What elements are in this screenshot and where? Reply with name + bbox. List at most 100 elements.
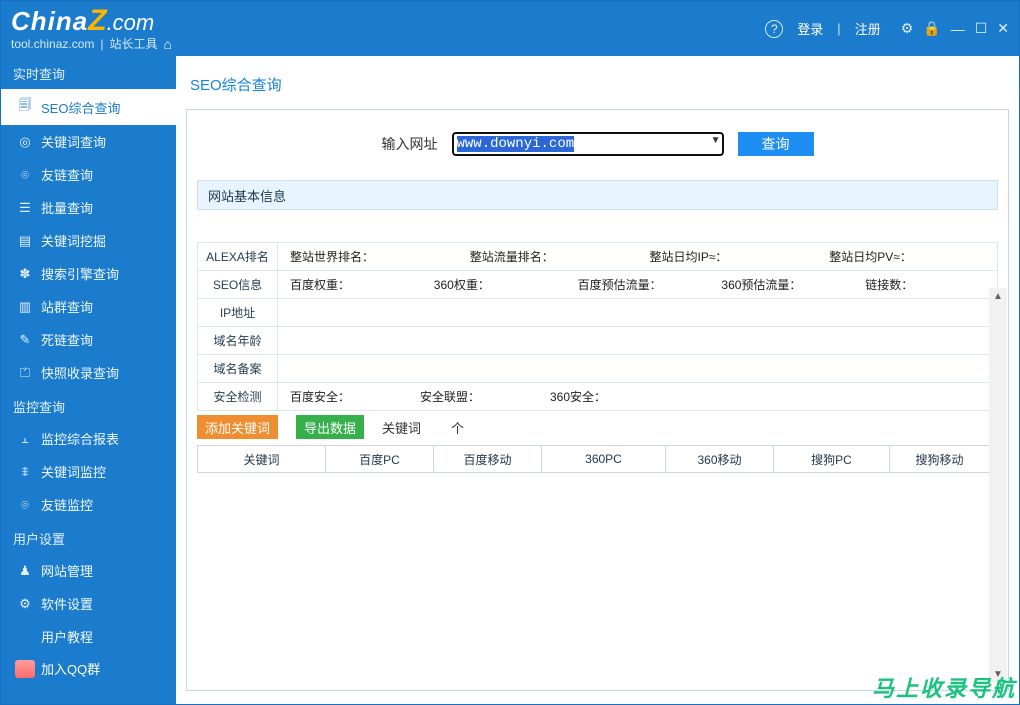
sidebar-item-snapshot[interactable]: ⏍快照收录查询 — [1, 356, 176, 389]
gear-icon[interactable]: ⚙ — [901, 20, 914, 37]
vertical-scrollbar[interactable]: ▲ ▼ — [989, 288, 1007, 682]
sidebar-item-label: 用户教程 — [41, 627, 93, 646]
user-icon: ♟ — [17, 563, 33, 579]
sidebar-item-label: 关键词挖掘 — [41, 231, 106, 250]
app-window: China Z .com tool.chinaz.com | 站长工具 ⌂ ? … — [0, 0, 1020, 705]
cell: 360安全： — [538, 383, 997, 410]
camera-icon: ⏍ — [17, 365, 33, 381]
cell: 安全联盟： — [408, 383, 538, 410]
sidebar-group-monitor: 监控查询 — [1, 389, 176, 422]
keyword-label: 关键词 — [382, 418, 421, 437]
cell-empty — [278, 355, 997, 382]
sidebar-item-search-engine[interactable]: ✽搜索引擎查询 — [1, 257, 176, 290]
sidebar-item-label: 软件设置 — [41, 594, 93, 613]
sidebar-item-keyword-monitor[interactable]: ⩨关键词监控 — [1, 455, 176, 488]
minimize-button[interactable]: — — [951, 21, 965, 37]
sidebar-item-keyword-dig[interactable]: ▤关键词挖掘 — [1, 224, 176, 257]
target-icon: ◎ — [17, 134, 33, 150]
keyword-suffix: 个 — [451, 418, 464, 437]
login-link[interactable]: 登录 — [797, 19, 823, 38]
brand-sub-title: 站长工具 — [110, 38, 158, 51]
sidebar-item-label: 死链查询 — [41, 330, 93, 349]
url-input[interactable] — [452, 132, 724, 156]
row-label-age: 域名年龄 — [198, 327, 278, 354]
add-keyword-button[interactable]: 添加关键词 — [197, 415, 278, 439]
gear-small-icon: ⚙ — [17, 596, 33, 612]
sidebar-item-site-manage[interactable]: ♟ 网站管理 — [1, 554, 176, 587]
sidebar-item-monitor-report[interactable]: ⫠ 监控综合报表 — [1, 422, 176, 455]
row-label-safety: 安全检测 — [198, 383, 278, 410]
row-label-seo: SEO信息 — [198, 271, 278, 298]
row-label-alexa: ALEXA排名 — [198, 243, 278, 270]
sidebar-item-batch[interactable]: ☰批量查询 — [1, 191, 176, 224]
scroll-up-button[interactable]: ▲ — [989, 288, 1007, 304]
col-baidu-mobile: 百度移动 — [434, 446, 542, 472]
sidebar-group-user: 用户设置 — [1, 521, 176, 554]
cell: 百度权重： — [278, 271, 422, 298]
sidebar-item-label: 监控综合报表 — [41, 429, 119, 448]
sidebar-item-dead-link[interactable]: ✎死链查询 — [1, 323, 176, 356]
link2-icon: ⌾ — [17, 497, 33, 513]
chart-line-icon: ⫠ — [17, 431, 33, 447]
sidebar: 实时查询 🗐SEO综合查询 ◎关键词查询 ⌾友链查询 ☰批量查询 ▤关键词挖掘 … — [1, 56, 176, 704]
brand-logo: China Z .com — [11, 4, 172, 37]
title-right: ? 登录 | 注册 ⚙ 🔒 — ☐ ✕ — [765, 19, 1009, 38]
sidebar-item-soft-settings[interactable]: ⚙ 软件设置 — [1, 587, 176, 620]
sidebar-item-friend-link[interactable]: ⌾ 友链查询 — [1, 158, 176, 191]
cell: 百度预估流量： — [566, 271, 710, 298]
url-combo[interactable]: ▼ — [452, 132, 724, 156]
keyword-table-header: 关键词 百度PC 百度移动 360PC 360移动 搜狗PC 搜狗移动 — [197, 445, 998, 473]
main: SEO综合查询 输入网址 ▼ 查询 网站基本信息 ALEXA排名 整站世界排名 — [176, 56, 1019, 704]
watermark-overlay: 马上收录导航 — [872, 671, 1016, 703]
sidebar-group-realtime: 实时查询 — [1, 56, 176, 89]
help-icon[interactable]: ? — [765, 20, 783, 38]
result-panel: 输入网址 ▼ 查询 网站基本信息 ALEXA排名 整站世界排名： 整站流量排名： — [186, 109, 1009, 691]
basic-info-table: ALEXA排名 整站世界排名： 整站流量排名： 整站日均IP≈： 整站日均PV≈… — [197, 242, 998, 411]
maximize-button[interactable]: ☐ — [975, 20, 988, 37]
sidebar-item-label: 关键词查询 — [41, 132, 106, 151]
cell: 链接数： — [853, 271, 997, 298]
export-data-button[interactable]: 导出数据 — [296, 415, 364, 439]
qq-icon — [15, 660, 35, 678]
query-button[interactable]: 查询 — [738, 132, 814, 156]
link-icon: ⌾ — [17, 167, 33, 183]
sidebar-item-site-group[interactable]: ▥站群查询 — [1, 290, 176, 323]
sidebar-item-keyword-query[interactable]: ◎ 关键词查询 — [1, 125, 176, 158]
cell: 整站日均PV≈： — [817, 243, 997, 270]
body-area: 实时查询 🗐SEO综合查询 ◎关键词查询 ⌾友链查询 ☰批量查询 ▤关键词挖掘 … — [1, 56, 1019, 704]
chevron-down-icon[interactable]: ▼ — [711, 135, 721, 146]
sidebar-item-tutorial[interactable]: 用户教程 — [1, 620, 176, 653]
page-title: SEO综合查询 — [176, 56, 1019, 109]
col-sogou-pc: 搜狗PC — [774, 446, 890, 472]
list-icon: ☰ — [17, 200, 33, 216]
brand-sub-domain: tool.chinaz.com — [11, 38, 94, 51]
sidebar-item-label: 加入QQ群 — [41, 659, 100, 678]
close-button[interactable]: ✕ — [997, 20, 1009, 37]
home-icon[interactable]: ⌂ — [164, 37, 172, 52]
sidebar-item-label: 友链查询 — [41, 165, 93, 184]
sidebar-item-friend-monitor[interactable]: ⌾ 友链监控 — [1, 488, 176, 521]
titlebar: China Z .com tool.chinaz.com | 站长工具 ⌂ ? … — [1, 1, 1019, 56]
row-label-record: 域名备案 — [198, 355, 278, 382]
cell-empty — [278, 327, 997, 354]
cell: 360权重： — [422, 271, 566, 298]
divider: | — [837, 21, 840, 36]
register-link[interactable]: 注册 — [855, 19, 881, 38]
bars-icon: ▥ — [17, 299, 33, 315]
query-row: 输入网址 ▼ 查询 — [187, 110, 1008, 180]
col-sogou-mobile: 搜狗移动 — [890, 446, 990, 472]
action-row: 添加关键词 导出数据 关键词 个 — [197, 415, 998, 439]
sidebar-item-label: SEO综合查询 — [41, 98, 120, 117]
divider: | — [100, 38, 103, 51]
sidebar-item-label: 网站管理 — [41, 561, 93, 580]
col-keyword: 关键词 — [198, 446, 326, 472]
sidebar-item-label: 友链监控 — [41, 495, 93, 514]
sidebar-item-qq[interactable]: 加入QQ群 — [1, 653, 176, 684]
brand-block: China Z .com tool.chinaz.com | 站长工具 ⌂ — [11, 4, 172, 52]
brand-text-china: China — [11, 7, 88, 36]
cell: 整站世界排名： — [278, 243, 458, 270]
cell: 百度安全： — [278, 383, 408, 410]
lock-icon[interactable]: 🔒 — [923, 20, 940, 37]
sidebar-item-seo[interactable]: 🗐SEO综合查询 — [1, 89, 176, 125]
col-360-pc: 360PC — [542, 446, 666, 472]
